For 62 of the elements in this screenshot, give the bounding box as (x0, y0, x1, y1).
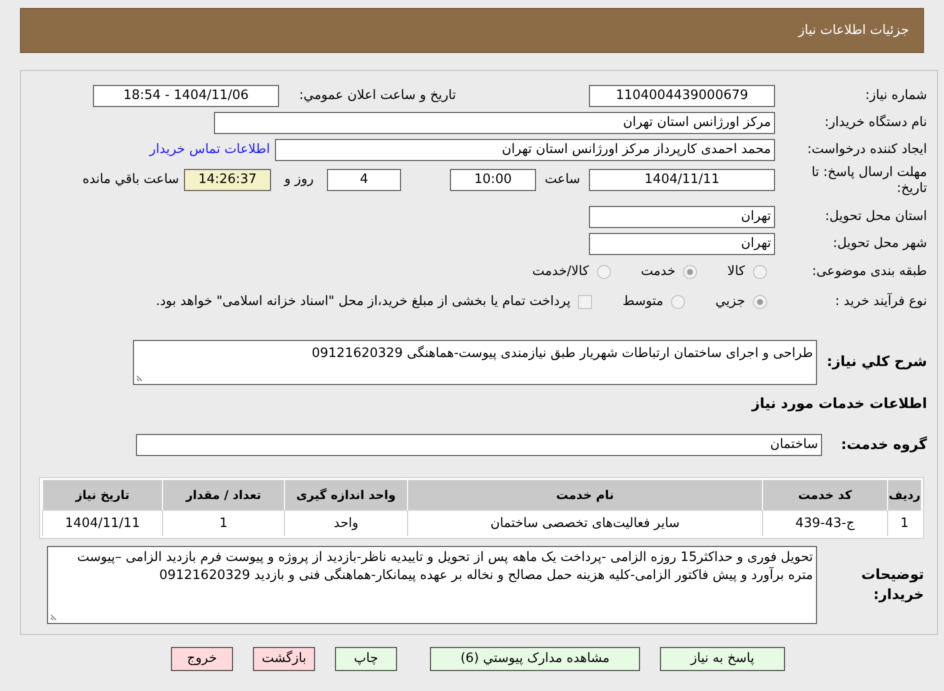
field-label: شهر محل تحویل: (832, 234, 927, 253)
radio-button[interactable] (753, 295, 767, 309)
field-label: تاريخ و ساعت اعلان عمومي: (298, 86, 457, 105)
action-button[interactable]: خروج (171, 647, 233, 671)
field-label: نوع فرآیند خرید : (834, 292, 927, 312)
text-field[interactable]: ساختمان (136, 434, 822, 456)
column-header: تعداد / مقدار (162, 480, 284, 510)
text-field[interactable]: تهران (589, 206, 775, 228)
text-field[interactable]: محمد احمدی کارپرداز مرکز اورژانس استان تهران (275, 138, 775, 160)
table-cell: ج-43-439 (762, 511, 887, 536)
resize-grip-icon[interactable] (136, 374, 144, 382)
text-area[interactable]: تحویل فوری و حداکثر15 روزه الزامی -پرداخت یک ماهه پس از تحویل و تاییدیه ناظر-بازدید از پروژه و پیوست فرم بازدید الزامی –پیوست متره برآورد و پیش فاکتور الزامی-کلیه هزینه حمل مصالح و نخاله بر عهده پیمانکار-هماهنگی فنی و بازدید 09121620329 (47, 546, 817, 624)
radio-button[interactable] (671, 295, 686, 309)
column-header: تاریخ نیاز (42, 480, 162, 510)
option-label: جزيي (715, 293, 745, 312)
field-label: توضیحات خریدار: (860, 566, 925, 605)
field-label: گروه خدمت: (840, 435, 927, 454)
option-label: متوسط (622, 293, 664, 312)
contact-link[interactable]: اطلاعات تماس خریدار (150, 140, 270, 160)
text-field[interactable]: تهران (589, 232, 775, 254)
resize-grip-icon[interactable] (50, 613, 58, 621)
page-title: جزئیات اطلاعات نیاز (798, 22, 909, 40)
column-header: کد خدمت (762, 480, 887, 510)
field-label: شرح كلي نیاز: (826, 352, 927, 372)
field-label: استان محل تحویل: (824, 208, 927, 226)
text-field[interactable]: 1404/11/06 - 18:54 (93, 84, 279, 106)
text-field[interactable]: 14:26:37 (184, 169, 271, 191)
column-header: نام خدمت (407, 480, 762, 510)
checkbox-label: پرداخت تمام یا بخشی از مبلغ خرید،از محل "اسناد خزانه اسلامی" خواهد بود. (156, 293, 570, 312)
field-label: طبقه بندی موضوعی: (810, 263, 927, 282)
radio-button[interactable] (596, 265, 611, 279)
radio-button[interactable] (753, 265, 767, 279)
action-button[interactable]: پاسخ به نیاز (660, 647, 785, 671)
field-label: نام دستگاه خریدار: (824, 114, 927, 132)
text-field[interactable]: 1404/11/11 (589, 169, 775, 191)
checkbox[interactable] (578, 295, 592, 309)
action-button[interactable]: چاپ (335, 647, 397, 671)
text-field[interactable]: 4 (327, 169, 401, 191)
option-label: كالا/خدمت (532, 263, 589, 282)
field-label: ساعت (544, 171, 582, 189)
section-heading: اطلاعات خدمات مورد نیاز (752, 394, 927, 414)
radio-button[interactable] (683, 265, 698, 279)
column-header: واحد اندازه گیری (284, 480, 407, 510)
table-cell: سایر فعالیت‌های تخصصی ساختمان (407, 511, 762, 536)
text-area[interactable]: طراحی و اجرای ساختمان ارتباطات شهریار طبق نیازمندی پیوست-هماهنگی 09121620329 (133, 340, 817, 384)
option-label: خدمت (640, 263, 676, 282)
table-cell: 1 (887, 511, 921, 536)
text-field[interactable]: مرکز اورژانس استان تهران (214, 112, 775, 134)
table-cell: 1404/11/11 (42, 511, 162, 536)
field-label: مهلت ارسال پاسخ: تا تاریخ: (810, 165, 927, 197)
table-cell: واحد (284, 511, 407, 536)
field-label: روز و (282, 171, 315, 189)
text-field[interactable]: 10:00 (450, 169, 536, 191)
field-label: شماره نیاز: (864, 86, 927, 105)
table-cell: 1 (162, 511, 284, 536)
text-field[interactable]: 1104004439000679 (589, 84, 775, 106)
field-label: ساعت باقي مانده (82, 171, 179, 189)
field-label: ایجاد کننده درخواست: (806, 140, 927, 159)
action-button[interactable]: بازگشت (253, 647, 315, 671)
action-button[interactable]: مشاهده مدارک پيوستي (6) (430, 647, 640, 671)
option-label: كالا (727, 263, 745, 282)
column-header: ردیف (887, 480, 921, 510)
